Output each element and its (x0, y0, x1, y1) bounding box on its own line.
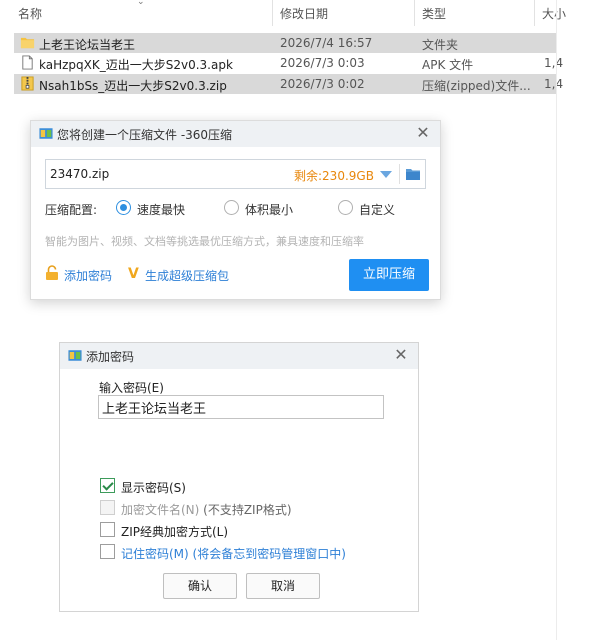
zip-classic-encrypt-label[interactable]: ZIP经典加密方式(L) (121, 523, 228, 540)
super-pack-link[interactable]: 生成超级压缩包 (145, 267, 229, 284)
file-row[interactable]: 上老王论坛当老王 2026/7/4 16:57 文件夹 (14, 33, 556, 53)
compress-now-button[interactable]: 立即压缩 (349, 259, 429, 291)
password-dialog-titlebar[interactable]: 添加密码 ✕ (60, 343, 418, 369)
column-header-bar: ⌄ 名称 修改日期 类型 大小 (0, 0, 592, 26)
file-modified: 2026/7/3 0:02 (280, 77, 365, 91)
file-name: kaHzpqXK_迈出一大步S2v0.3.apk (39, 58, 233, 72)
password-dialog-title: 添加密码 (86, 350, 135, 364)
password-input-label: 输入密码(E) (99, 381, 164, 395)
column-header-name[interactable]: 名称 (18, 5, 42, 22)
add-password-link[interactable]: 添加密码 (64, 267, 112, 284)
ok-button[interactable]: 确认 (163, 573, 237, 599)
remember-password-label[interactable]: 记住密码(M) (将会备忘到密码管理窗口中) (121, 545, 346, 562)
smart-compress-hint: 智能为图片、视频、文档等挑选最优压缩方式，兼具速度和压缩率 (45, 235, 364, 248)
close-icon[interactable]: ✕ (392, 346, 410, 364)
add-password-dialog: 添加密码 ✕ 输入密码(E) 显示密码(S) 加密文件名(N) (不支持ZIP格… (59, 342, 419, 612)
radio-custom-label[interactable]: 自定义 (359, 201, 395, 218)
super-pack-v-icon[interactable]: V (128, 266, 139, 282)
chevron-down-icon[interactable] (380, 171, 392, 178)
file-type: 文件夹 (422, 38, 459, 52)
file-type: 压缩(zipped)文件... (422, 79, 531, 93)
column-separator[interactable] (534, 0, 535, 26)
show-password-checkbox[interactable] (100, 478, 115, 493)
folder-icon (20, 37, 35, 49)
list-right-border (556, 0, 557, 640)
file-size: 1,4 (544, 77, 564, 91)
show-password-label[interactable]: 显示密码(S) (121, 479, 186, 496)
divider (399, 164, 400, 184)
column-separator[interactable] (272, 0, 273, 26)
file-size: 1,4 (544, 56, 564, 70)
radio-fastest[interactable] (116, 200, 131, 215)
cancel-button[interactable]: 取消 (246, 573, 320, 599)
sort-chevron-icon[interactable]: ⌄ (137, 0, 145, 7)
column-header-type[interactable]: 类型 (422, 5, 446, 22)
encrypt-filename-label: 加密文件名(N) (不支持ZIP格式) (121, 503, 292, 517)
radio-smallest-label[interactable]: 体积最小 (245, 201, 293, 218)
zip-classic-encrypt-checkbox[interactable] (100, 522, 115, 537)
file-row[interactable]: kaHzpqXK_迈出一大步S2v0.3.apk 2026/7/3 0:03 A… (14, 53, 563, 73)
file-row[interactable]: Nsah1bSs_迈出一大步S2v0.3.zip 2026/7/3 0:02 压… (14, 74, 563, 94)
compress-dialog-titlebar[interactable]: 您将创建一个压缩文件 -360压缩 ✕ (31, 121, 440, 147)
compress-dialog: 您将创建一个压缩文件 -360压缩 ✕ 剩余:230.9GB 压缩配置: 速度最… (30, 120, 441, 300)
archive-filename-input[interactable] (50, 165, 270, 183)
radio-fastest-label[interactable]: 速度最快 (137, 201, 185, 218)
password-input[interactable] (98, 395, 384, 419)
close-icon[interactable]: ✕ (414, 124, 432, 142)
file-type: APK 文件 (422, 58, 474, 72)
encrypt-filename-checkbox (100, 500, 115, 515)
compress-dialog-title: 您将创建一个压缩文件 -360压缩 (57, 128, 233, 142)
column-separator[interactable] (414, 0, 415, 26)
archive-app-icon (39, 128, 53, 139)
free-space-label: 剩余:230.9GB (294, 169, 374, 183)
file-name: 上老王论坛当老王 (39, 38, 136, 52)
file-explorer-list: ⌄ 名称 修改日期 类型 大小 上老王论坛当老王 2026/7/4 16:57 … (0, 0, 592, 100)
zip-icon (21, 76, 34, 91)
radio-custom[interactable] (338, 200, 353, 215)
file-modified: 2026/7/3 0:03 (280, 56, 365, 70)
output-path-box: 剩余:230.9GB (45, 159, 426, 189)
compress-config-label: 压缩配置: (45, 203, 98, 217)
lock-icon[interactable] (45, 265, 59, 281)
radio-smallest[interactable] (224, 200, 239, 215)
column-header-size[interactable]: 大小 (542, 5, 566, 22)
file-modified: 2026/7/4 16:57 (280, 36, 373, 50)
browse-folder-icon[interactable] (405, 167, 421, 181)
file-icon (22, 55, 33, 70)
remember-password-checkbox[interactable] (100, 544, 115, 559)
column-header-modified[interactable]: 修改日期 (280, 5, 328, 22)
file-name: Nsah1bSs_迈出一大步S2v0.3.zip (39, 79, 227, 93)
archive-app-icon (68, 350, 82, 361)
